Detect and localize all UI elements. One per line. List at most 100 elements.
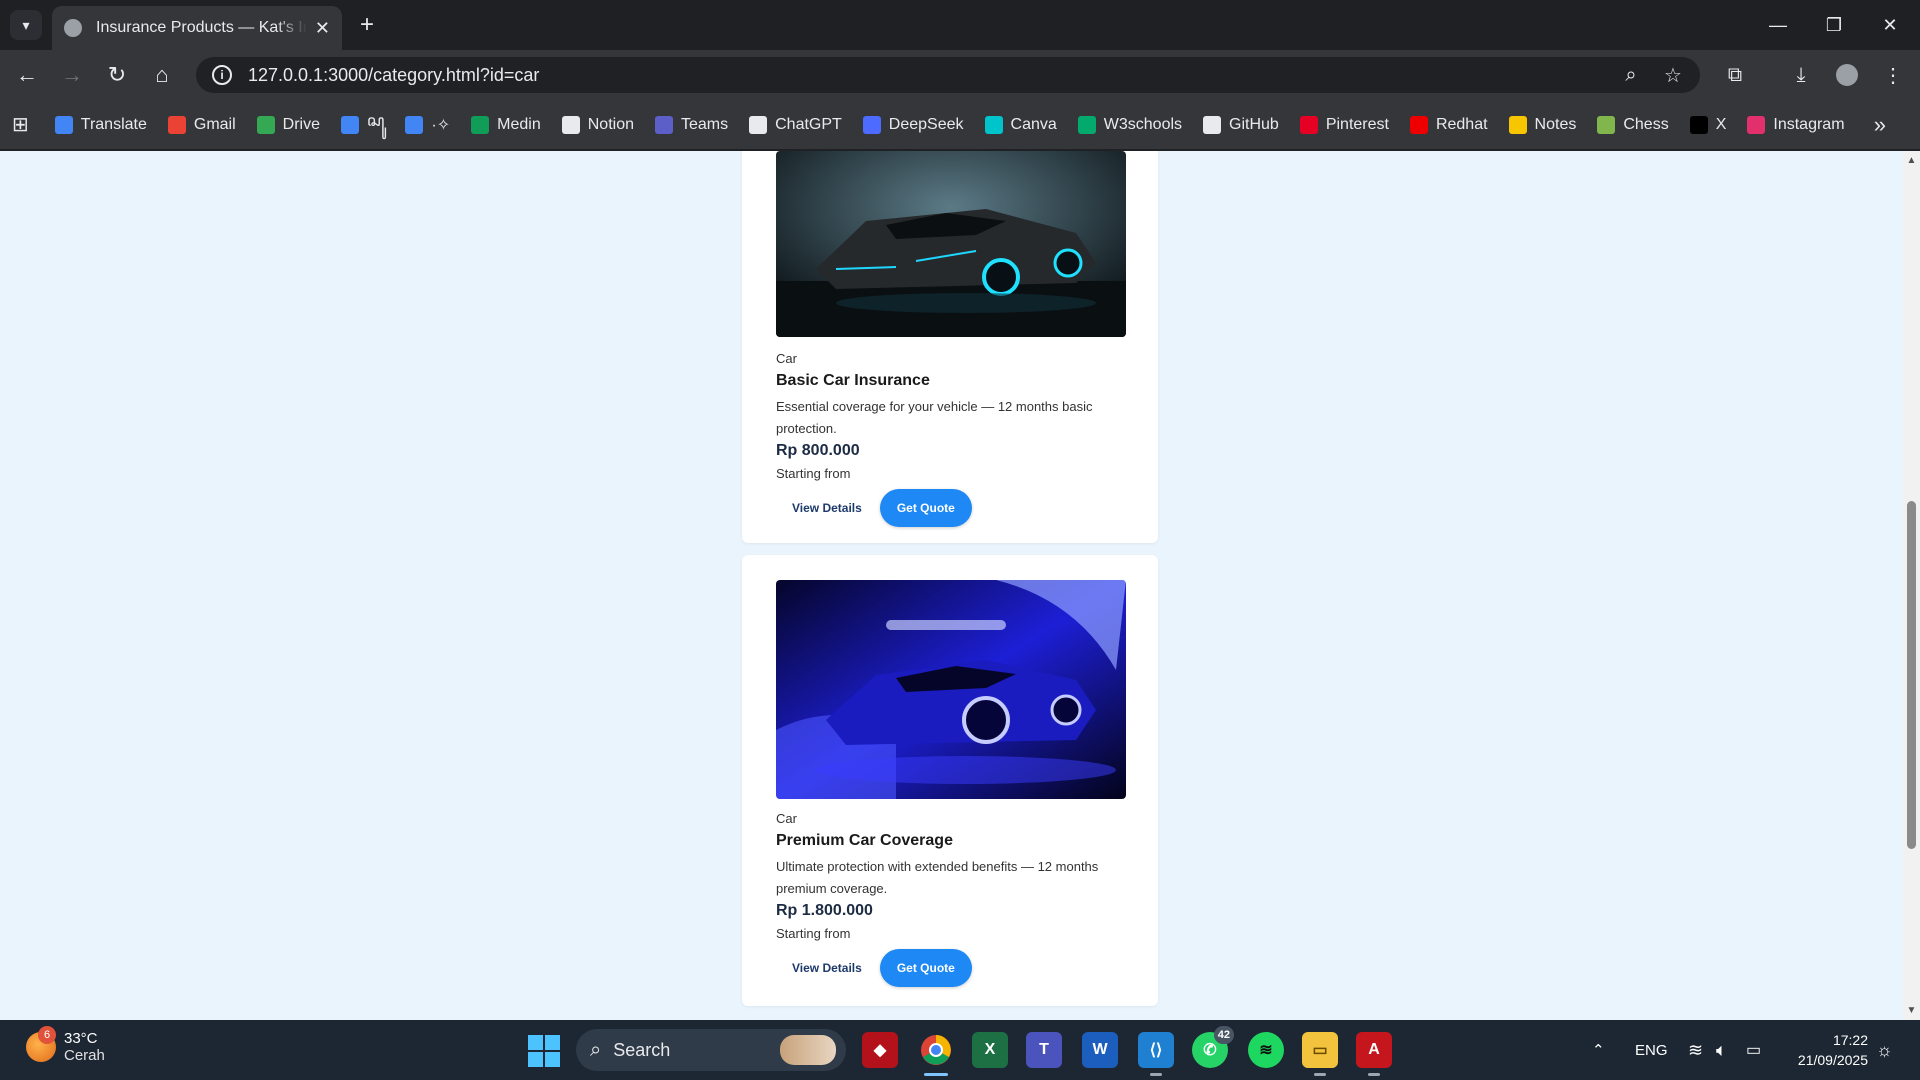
bookmark-item[interactable]: Notes: [1508, 115, 1576, 134]
w3schools-icon: [1077, 115, 1096, 134]
restore-button[interactable]: ❐: [1806, 0, 1862, 50]
product-actions: View Details Get Quote: [776, 489, 1126, 527]
product-description: Ultimate protection with extended benefi…: [776, 859, 1099, 896]
pdf-reader-icon[interactable]: A: [1356, 1032, 1392, 1076]
bookmark-item[interactable]: Translate: [54, 115, 147, 134]
notes-icon: [1508, 115, 1527, 134]
reload-icon: ↻: [107, 62, 127, 87]
bookmark-item[interactable]: ChatGPT: [749, 115, 842, 134]
site-info-icon[interactable]: i: [212, 65, 232, 85]
bookmark-item[interactable]: X: [1689, 115, 1726, 134]
home-button[interactable]: ⌂: [145, 58, 179, 92]
bookmark-item[interactable]: Chess: [1597, 115, 1669, 134]
bookmark-star-icon[interactable]: ☆: [1656, 58, 1690, 92]
bookmark-label: Notion: [587, 115, 634, 133]
excel-icon[interactable]: X: [972, 1032, 1008, 1068]
bookmarks-overflow-icon[interactable]: »: [1874, 112, 1886, 138]
extensions-icon[interactable]: ⧉: [1718, 58, 1752, 92]
close-icon[interactable]: ✕: [315, 18, 330, 39]
taskbar-search[interactable]: ⌕ Search: [576, 1029, 846, 1071]
chrome-icon[interactable]: [918, 1032, 954, 1076]
apps-icon[interactable]: ⊞: [12, 112, 29, 137]
docs-icon: [341, 115, 359, 134]
bookmark-item[interactable]: Instagram: [1747, 115, 1845, 134]
docs-icon: [405, 115, 424, 134]
search-label: Search: [613, 1039, 671, 1060]
forward-button[interactable]: →: [55, 58, 89, 92]
view-details-button[interactable]: View Details: [776, 489, 878, 527]
bookmark-item[interactable]: Teams: [654, 115, 729, 134]
close-window-button[interactable]: ✕: [1862, 0, 1918, 50]
get-quote-button[interactable]: Get Quote: [879, 949, 972, 987]
file-explorer-icon[interactable]: ▭: [1302, 1032, 1338, 1076]
game-app-icon[interactable]: ◆: [862, 1032, 898, 1068]
teams-icon[interactable]: T: [1026, 1032, 1062, 1068]
product-info: Car Premium Car Coverage Ultimate protec…: [776, 811, 1126, 987]
download-icon[interactable]: ⤓: [1784, 58, 1818, 92]
bookmark-item[interactable]: W3schools: [1077, 115, 1182, 134]
home-icon: ⌂: [155, 62, 169, 87]
battery-icon[interactable]: ▭: [1746, 1020, 1761, 1080]
page-scrollbar[interactable]: ▲ ▼: [1903, 151, 1920, 1020]
bookmark-item[interactable]: GitHub: [1203, 115, 1279, 134]
active-tab[interactable]: Insurance Products — Kat's Insu ✕: [52, 6, 342, 50]
bookmark-label: Instagram: [1773, 115, 1845, 133]
bookmark-item[interactable]: Drive: [256, 115, 320, 134]
gmail-icon: [167, 115, 186, 134]
pinterest-icon: [1299, 115, 1318, 134]
github-icon: [1203, 115, 1222, 134]
reload-button[interactable]: ↻: [100, 58, 134, 92]
weather-condition: Cerah: [64, 1047, 105, 1064]
bookmark-item[interactable]: Redhat: [1409, 115, 1488, 134]
scroll-down-icon[interactable]: ▼: [1906, 1005, 1917, 1016]
chatgpt-icon: [749, 115, 768, 134]
view-details-button[interactable]: View Details: [776, 949, 878, 987]
bookmark-item[interactable]: DeepSeek: [862, 115, 964, 134]
bookmark-item[interactable]: ꦱꦸ: [341, 108, 384, 141]
get-quote-button[interactable]: Get Quote: [879, 489, 972, 527]
volume-icon[interactable]: 🔈︎: [1716, 1020, 1727, 1080]
bookmark-item[interactable]: Medin: [471, 115, 541, 134]
start-button[interactable]: [528, 1035, 560, 1067]
tray-overflow-icon[interactable]: ⌃: [1592, 1020, 1605, 1080]
bookmark-item[interactable]: Notion: [561, 115, 634, 134]
minimize-button[interactable]: —: [1750, 0, 1806, 50]
weather-sun-icon: 6: [26, 1026, 56, 1062]
drive-icon: [256, 115, 275, 134]
profile-avatar[interactable]: [1830, 58, 1864, 92]
scroll-up-icon[interactable]: ▲: [1906, 155, 1917, 166]
vscode-icon[interactable]: ⟨⟩: [1138, 1032, 1174, 1076]
spotify-icon[interactable]: ≋: [1248, 1032, 1284, 1068]
back-button[interactable]: ←: [10, 58, 44, 92]
bookmark-item[interactable]: Pinterest: [1299, 115, 1389, 134]
bookmark-item[interactable]: Gmail: [167, 115, 236, 134]
bookmark-label: Drive: [282, 115, 320, 133]
translate-icon: [54, 115, 73, 134]
product-price: Rp 1.800.000: [776, 902, 873, 919]
whatsapp-icon[interactable]: ✆ 42: [1192, 1026, 1234, 1068]
bookmark-label: Teams: [680, 115, 729, 133]
bookmark-item[interactable]: Canva: [984, 115, 1057, 134]
arrow-right-icon: →: [61, 62, 83, 87]
bookmark-label: Medin: [497, 115, 541, 133]
menu-kebab-icon[interactable]: ⋮: [1876, 58, 1910, 92]
new-tab-button[interactable]: +: [352, 10, 382, 40]
language-indicator[interactable]: ENG: [1635, 1020, 1668, 1080]
notifications-icon[interactable]: ☼: [1876, 1020, 1893, 1080]
bookmark-label: GitHub: [1229, 115, 1279, 133]
scroll-thumb[interactable]: [1907, 501, 1916, 849]
weather-widget[interactable]: 6 33°C Cerah: [26, 1026, 105, 1064]
price-note: Starting from: [776, 926, 851, 941]
globe-icon: [64, 19, 82, 37]
product-image: [776, 151, 1126, 337]
word-icon[interactable]: W: [1082, 1032, 1118, 1068]
address-bar[interactable]: i 127.0.0.1:3000/category.html?id=car: [196, 57, 1700, 93]
bookmark-label: Canva: [1010, 115, 1057, 133]
system-clock[interactable]: 17:22 21/09/2025: [1798, 1030, 1868, 1070]
product-name: Premium Car Coverage: [776, 832, 953, 849]
tab-search-button[interactable]: ▾: [10, 10, 42, 40]
zoom-icon[interactable]: ⌕: [1614, 58, 1648, 92]
wifi-icon[interactable]: ≋: [1688, 1020, 1703, 1080]
bookmark-item[interactable]: ·✧: [405, 115, 450, 135]
product-image: [776, 580, 1126, 799]
